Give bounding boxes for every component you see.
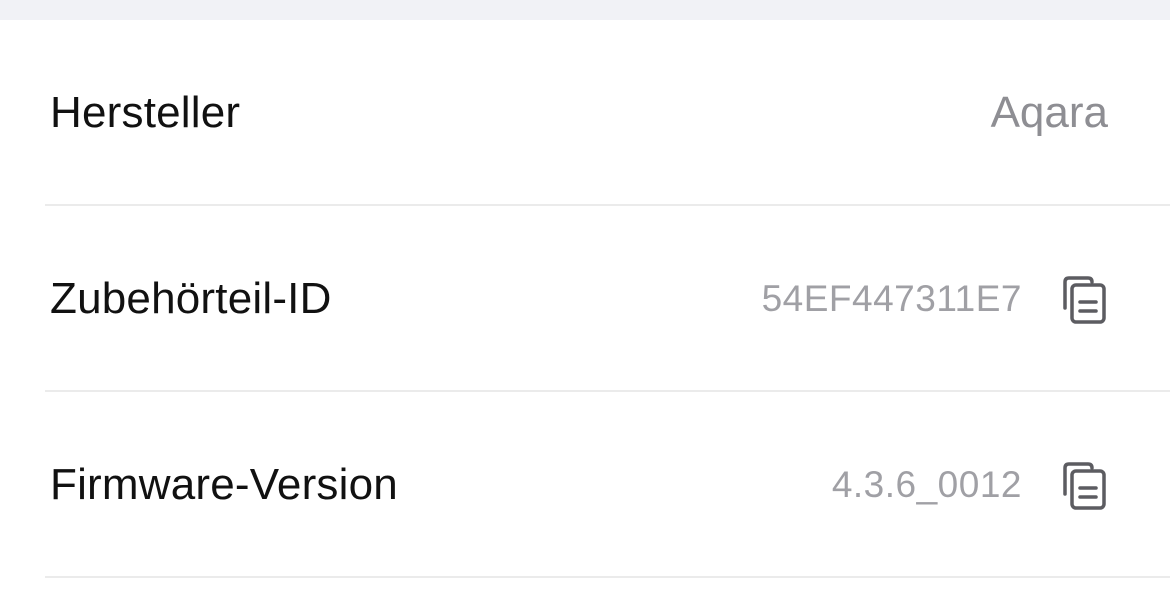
accessory-id-value: 54EF447311E7: [761, 278, 1022, 319]
copy-icon: [1063, 462, 1106, 510]
accessory-id-label: Zubehörteil-ID: [50, 274, 332, 323]
manufacturer-label: Hersteller: [50, 88, 241, 137]
device-details-list: Hersteller Aqara Zubehörteil-ID 54EF4473…: [0, 20, 1170, 578]
copy-icon: [1063, 276, 1106, 324]
manufacturer-value: Aqara: [990, 88, 1108, 137]
firmware-version-value: 4.3.6_0012: [831, 464, 1022, 505]
row-divider: [45, 576, 1170, 578]
copy-firmware-version-button[interactable]: [1056, 458, 1110, 512]
top-background-band: [0, 0, 1170, 20]
firmware-version-label: Firmware-Version: [50, 460, 398, 509]
list-item-accessory-id: Zubehörteil-ID 54EF447311E7: [0, 206, 1170, 392]
list-item-manufacturer: Hersteller Aqara: [0, 20, 1170, 206]
list-item-firmware-version: Firmware-Version 4.3.6_0012: [0, 392, 1170, 578]
copy-accessory-id-button[interactable]: [1056, 272, 1110, 326]
